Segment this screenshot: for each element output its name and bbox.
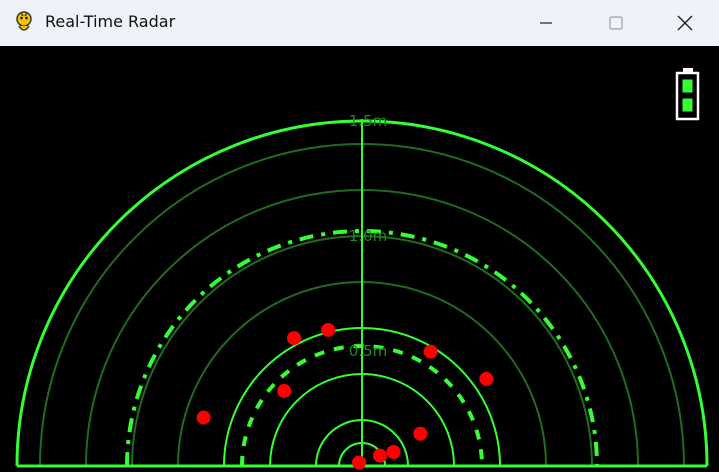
range-label: 1.5m	[349, 112, 387, 130]
radar-target	[277, 383, 292, 398]
radar-target	[479, 371, 494, 386]
radar-display: 1.5m 1.0m 0.5m	[15, 68, 709, 470]
radar-grid	[15, 119, 709, 468]
pygame-snake-icon	[12, 10, 36, 34]
range-label: 0.5m	[349, 342, 387, 360]
range-label: 1.0m	[349, 227, 387, 245]
radar-target	[372, 448, 387, 463]
radar-target	[321, 322, 336, 337]
radar-target	[423, 344, 438, 359]
app-window: Real-Time Radar 1.5m 1.0m 0.5m	[0, 0, 719, 472]
window-title: Real-Time Radar	[45, 12, 176, 31]
radar-target	[352, 455, 366, 470]
close-icon	[677, 15, 693, 31]
radar-target	[287, 331, 301, 346]
close-button[interactable]	[650, 0, 719, 46]
maximize-button[interactable]	[581, 0, 651, 46]
radar-target	[386, 445, 401, 459]
radar-canvas: 1.5m 1.0m 0.5m	[0, 46, 719, 472]
radar-targets	[196, 322, 494, 470]
range-labels: 1.5m 1.0m 0.5m	[349, 112, 387, 360]
radar-target	[196, 410, 211, 425]
maximize-icon	[609, 16, 623, 30]
minimize-button[interactable]	[511, 0, 581, 46]
minimize-icon	[540, 22, 552, 24]
title-bar[interactable]: Real-Time Radar	[0, 0, 719, 46]
radar-target	[413, 426, 428, 441]
battery-icon	[675, 68, 700, 121]
